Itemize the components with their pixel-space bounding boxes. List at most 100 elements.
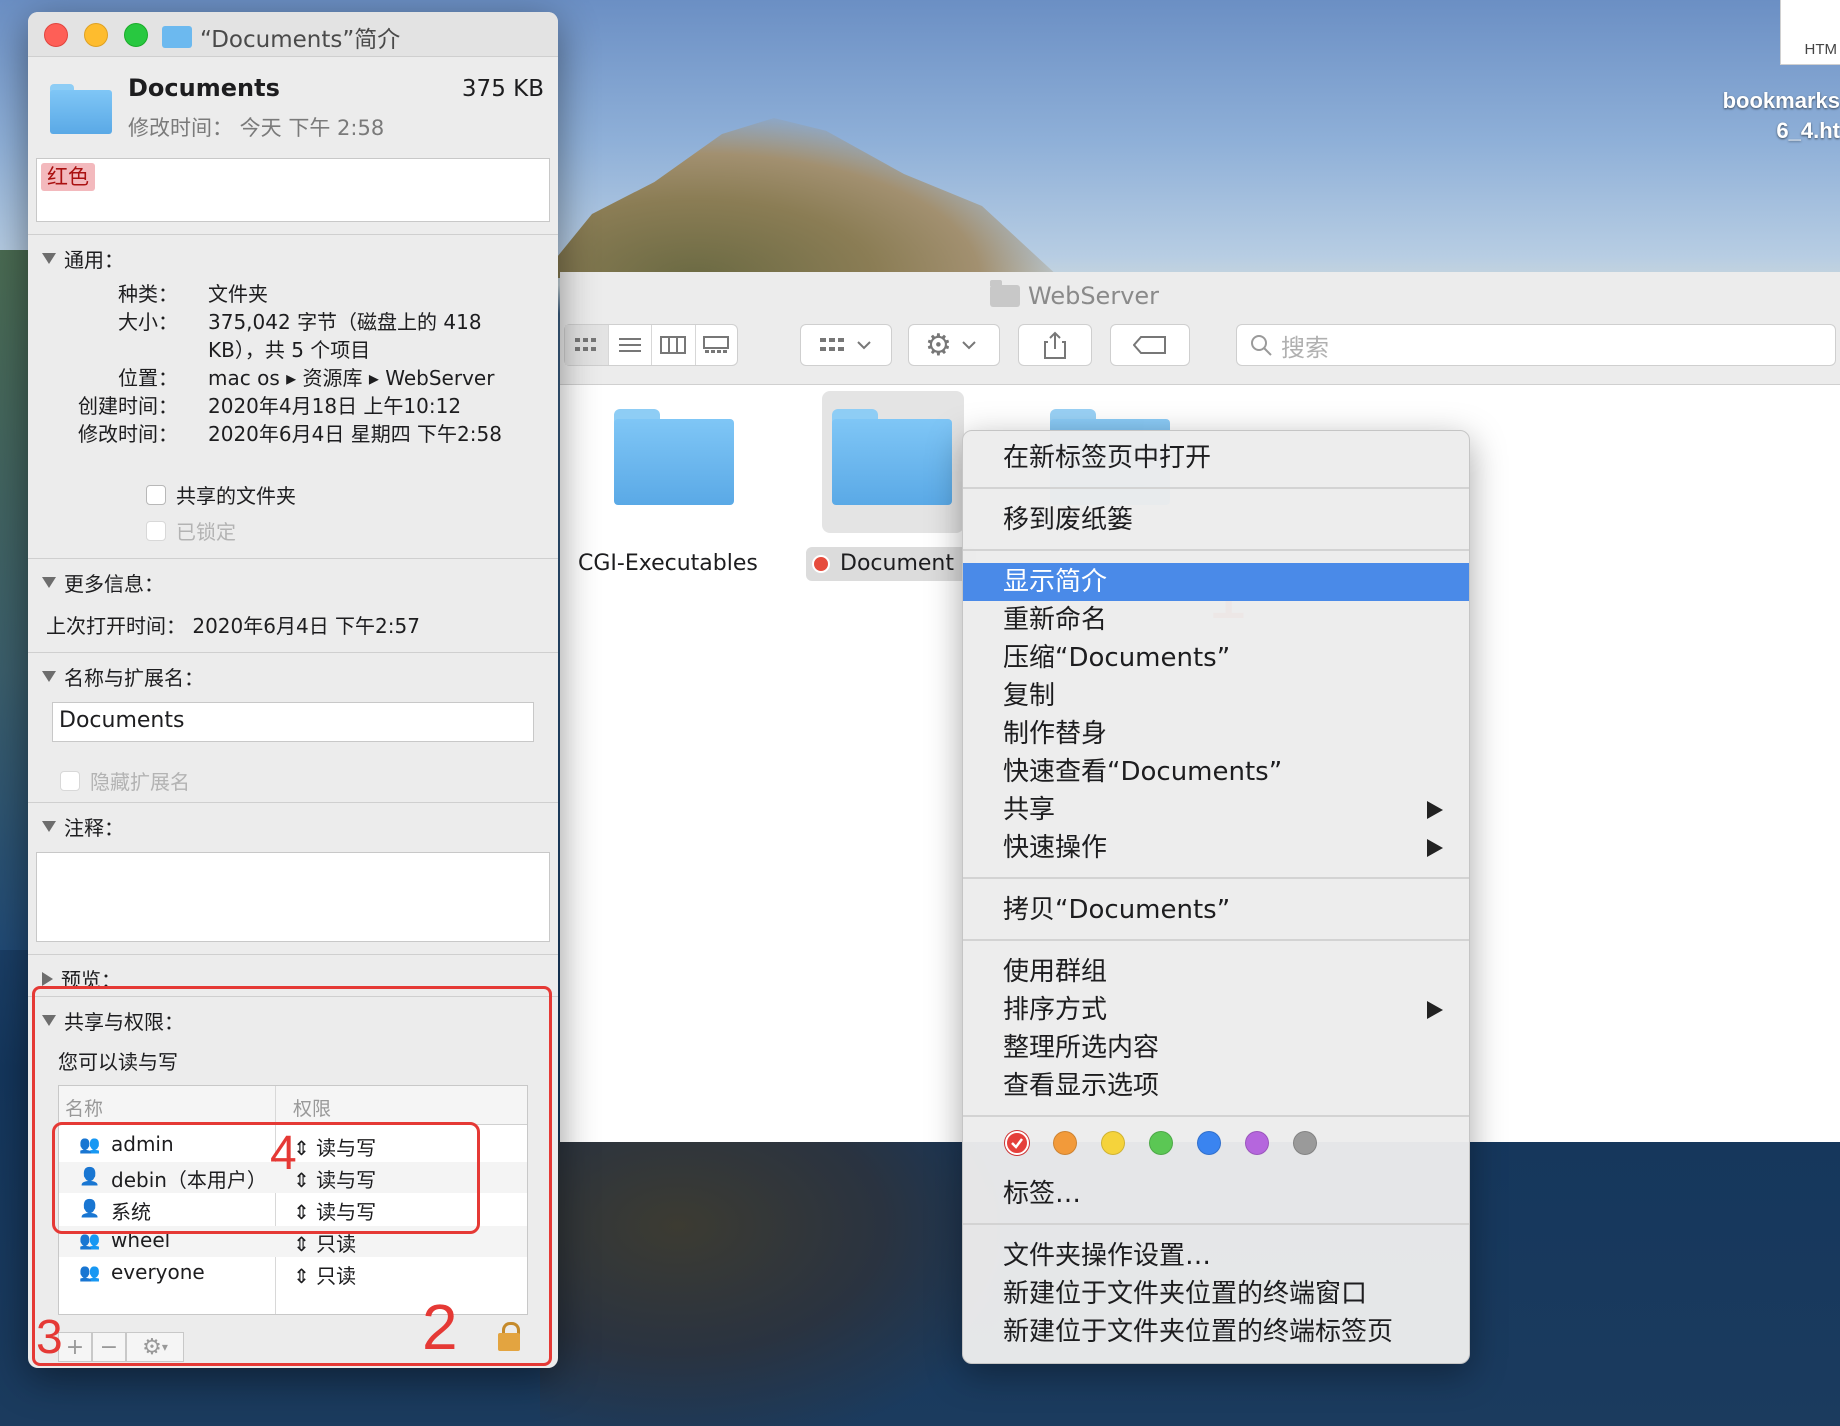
tag-icon [1133,336,1166,354]
gallery-icon [703,336,730,353]
context-menu: 在新标签页中打开 移到废纸篓 显示简介 重新命名 压缩“Documents” 复… [962,430,1470,1364]
share-button[interactable] [1018,324,1092,366]
where-key: 位置： [118,366,178,390]
disclosure-triangle-icon [42,577,56,588]
list-view-button[interactable] [609,325,652,365]
wallpaper-coast [540,1140,1000,1426]
close-button[interactable] [44,23,68,47]
tags-button[interactable] [1110,324,1190,366]
tags-field[interactable]: 红色 [36,158,550,222]
divider [28,234,558,235]
menu-item-share-label: 共享 [1003,795,1056,825]
section-name-ext-toggle[interactable]: 名称与扩展名： [42,662,204,691]
search-field[interactable]: 搜索 [1236,324,1836,366]
tag-color-dot[interactable] [1101,1131,1125,1155]
menu-item-new-terminal-tab[interactable]: 新建位于文件夹位置的终端标签页 [963,1313,1469,1351]
finder-title: WebServer [990,280,1159,310]
folder-icon [50,84,112,134]
locked-checkbox[interactable]: 已锁定 [146,516,236,545]
disclosure-triangle-icon [42,821,56,832]
menu-item-get-info[interactable]: 显示简介 [963,563,1469,601]
desktop-file-name[interactable]: bookmarks 6_4.ht [1680,86,1840,146]
wallpaper-edge [0,250,30,950]
menu-item-rename[interactable]: 重新命名 [963,601,1469,639]
gallery-view-button[interactable] [696,325,738,365]
menu-item-make-alias[interactable]: 制作替身 [963,715,1469,753]
tag-color-dot[interactable] [1197,1131,1221,1155]
annotation-number: 4 [270,1127,297,1180]
menu-item-compress[interactable]: 压缩“Documents” [963,639,1469,677]
minimize-button[interactable] [84,23,108,47]
folder-label-cgi[interactable]: CGI-Executables [578,551,758,576]
tag-color-dot[interactable] [1149,1131,1173,1155]
action-menu-button[interactable]: ⚙ [908,324,1000,366]
comments-field[interactable] [36,852,550,942]
folder-icon [990,280,1020,307]
checkbox[interactable] [146,520,166,541]
search-placeholder: 搜索 [1281,333,1329,362]
desktop-file-icon[interactable]: HTM [1780,0,1840,65]
shared-folder-label: 共享的文件夹 [176,484,296,508]
folder-icon[interactable] [832,409,952,505]
where-value: mac os ▸ 资源库 ▸ WebServer [208,366,495,390]
desktop-file-name-line2: 6_4.ht [1776,118,1840,143]
hide-extension-checkbox[interactable]: 隐藏扩展名 [60,766,190,795]
section-general-toggle[interactable]: 通用： [42,244,124,273]
grid-icon [575,338,597,351]
tag-color-dot[interactable] [1005,1131,1029,1155]
folder-icon[interactable] [614,409,734,505]
folder-label-documents[interactable]: Document [812,551,954,576]
size-value: 375,042 字节（磁盘上的 418 [208,310,482,334]
tag-color-dot[interactable] [1245,1131,1269,1155]
divider [28,558,558,559]
group-by-button[interactable] [800,324,892,366]
menu-item-new-terminal[interactable]: 新建位于文件夹位置的终端窗口 [963,1275,1469,1313]
created-value: 2020年4月18日 上午10:12 [208,394,462,418]
menu-item-tags[interactable]: 标签… [963,1175,1469,1213]
desktop-file-name-line1: bookmarks [1722,88,1840,113]
checkbox[interactable] [146,484,166,505]
menu-item-sort-by[interactable]: 排序方式 [963,991,1469,1029]
zoom-button[interactable] [124,23,148,47]
menu-item-copy[interactable]: 拷贝“Documents” [963,891,1469,929]
disclosure-triangle-icon [42,671,56,682]
disclosure-triangle-icon [42,971,53,986]
info-window-title: “Documents”简介 [162,20,400,54]
menu-item-clean-up[interactable]: 整理所选内容 [963,1029,1469,1067]
tag-chip-red[interactable]: 红色 [41,163,95,191]
divider [28,802,558,803]
menu-item-duplicate[interactable]: 复制 [963,677,1469,715]
red-tag-dot [812,555,830,573]
menu-item-folder-actions[interactable]: 文件夹操作设置… [963,1237,1469,1275]
submenu-arrow-icon [1427,839,1443,857]
shared-folder-checkbox[interactable]: 共享的文件夹 [146,480,296,509]
tag-color-dot[interactable] [1293,1131,1317,1155]
search-icon [1251,335,1272,356]
menu-item-quick-look[interactable]: 快速查看“Documents” [963,753,1469,791]
section-more-info-toggle[interactable]: 更多信息： [42,568,164,597]
menu-separator [963,939,1469,941]
menu-item-open-new-tab[interactable]: 在新标签页中打开 [963,439,1469,477]
section-comments-toggle[interactable]: 注释： [42,812,124,841]
gear-icon: ⚙ [925,327,952,363]
menu-item-quick-actions[interactable]: 快速操作 [963,829,1469,867]
name-field[interactable]: Documents [52,702,534,742]
created-key: 创建时间： [78,394,178,418]
menu-item-view-options[interactable]: 查看显示选项 [963,1067,1469,1105]
menu-item-use-groups[interactable]: 使用群组 [963,953,1469,991]
menu-separator [963,1115,1469,1117]
icon-view-button[interactable] [565,325,609,365]
checkmark-icon [1011,1138,1023,1149]
info-item-size: 375 KB [461,76,544,102]
submenu-arrow-icon [1427,1001,1443,1019]
finder-toolbar: WebServer ⚙ 搜索 [560,272,1840,385]
menu-item-share[interactable]: 共享 [963,791,1469,829]
folder-label-text: Document [840,551,954,576]
modified-key: 修改时间： [78,422,178,446]
list-icon [618,338,641,352]
chevron-down-icon [857,341,871,350]
column-view-button[interactable] [652,325,696,365]
tag-color-dot[interactable] [1053,1131,1077,1155]
menu-item-move-to-trash[interactable]: 移到废纸篓 [963,501,1469,539]
checkbox[interactable] [60,770,80,791]
